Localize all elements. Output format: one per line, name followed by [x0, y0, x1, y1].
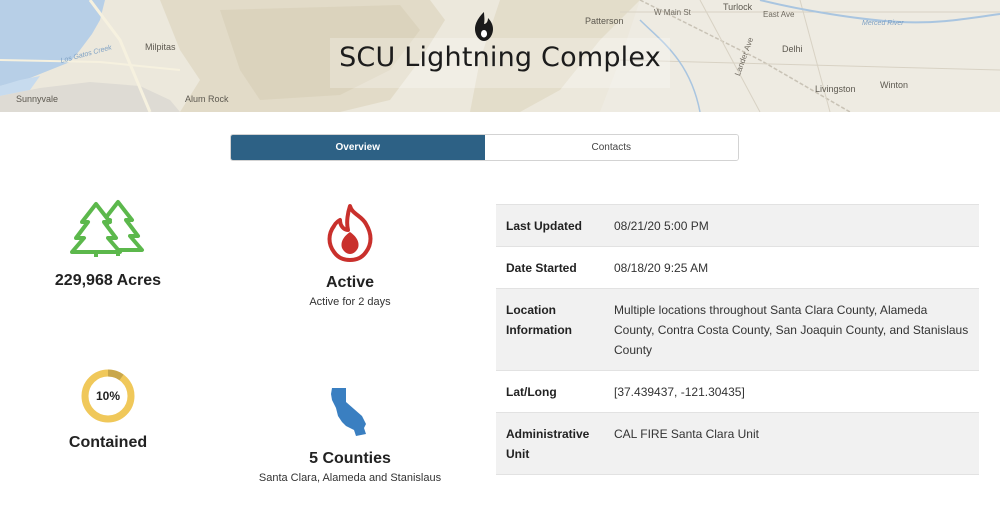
page-title: SCU Lightning Complex — [339, 42, 661, 73]
map-label: Turlock — [723, 2, 753, 12]
counties-sublabel: Santa Clara, Alameda and Stanislaus — [258, 472, 442, 484]
row-key: Lat/Long — [496, 370, 604, 413]
incident-info-table: Last Updated 08/21/20 5:00 PM Date Start… — [496, 204, 979, 475]
row-key: Location Information — [496, 288, 604, 371]
map-label: Winton — [880, 80, 909, 90]
acres-stat: 229,968 Acres — [40, 200, 176, 290]
california-icon — [331, 388, 366, 436]
map-label: Alum Rock — [185, 94, 229, 104]
counties-label: 5 Counties — [309, 450, 391, 467]
table-row: Lat/Long [37.439437, -121.30435] — [496, 370, 979, 413]
header-map: Milpitas Sunnyvale Alum Rock Patterson W… — [0, 0, 1000, 112]
containment-percent: 10% — [95, 389, 121, 403]
counties-stat: 5 Counties Santa Clara, Alameda and Stan… — [240, 388, 460, 484]
map-label: Patterson — [585, 16, 624, 26]
status-label: Active — [325, 274, 375, 291]
containment-stat: 10% Contained — [40, 368, 176, 452]
containment-ring: 10% — [80, 368, 136, 424]
table-row: Administrative Unit CAL FIRE Santa Clara… — [496, 412, 979, 475]
row-key: Administrative Unit — [496, 412, 604, 475]
table-row: Date Started 08/18/20 9:25 AM — [496, 246, 979, 289]
trees-icon — [70, 200, 144, 257]
row-value: 08/21/20 5:00 PM — [604, 204, 979, 247]
acres-label: 229,968 Acres — [54, 272, 162, 289]
map-label: Merced River — [862, 20, 904, 27]
table-row: Last Updated 08/21/20 5:00 PM — [496, 204, 979, 247]
row-key: Date Started — [496, 246, 604, 289]
row-key: Last Updated — [496, 204, 604, 247]
row-value: [37.439437, -121.30435] — [604, 370, 979, 413]
row-value: 08/18/20 9:25 AM — [604, 246, 979, 289]
fire-icon — [327, 204, 373, 262]
map-label: Sunnyvale — [16, 94, 59, 104]
containment-label: Contained — [68, 434, 148, 451]
map-label: Livingston — [815, 84, 856, 94]
tab-bar: Overview Contacts — [230, 134, 739, 161]
tab-overview[interactable]: Overview — [231, 135, 485, 160]
map-label: East Ave — [763, 10, 795, 19]
tab-contacts[interactable]: Contacts — [484, 135, 738, 160]
row-value: Multiple locations throughout Santa Clar… — [604, 288, 979, 371]
map-label: W Main St — [654, 8, 691, 17]
status-sublabel: Active for 2 days — [309, 296, 391, 308]
status-stat: Active Active for 2 days — [270, 204, 430, 308]
table-row: Location Information Multiple locations … — [496, 288, 979, 371]
fire-location-icon — [475, 12, 493, 41]
row-value: CAL FIRE Santa Clara Unit — [604, 412, 979, 475]
